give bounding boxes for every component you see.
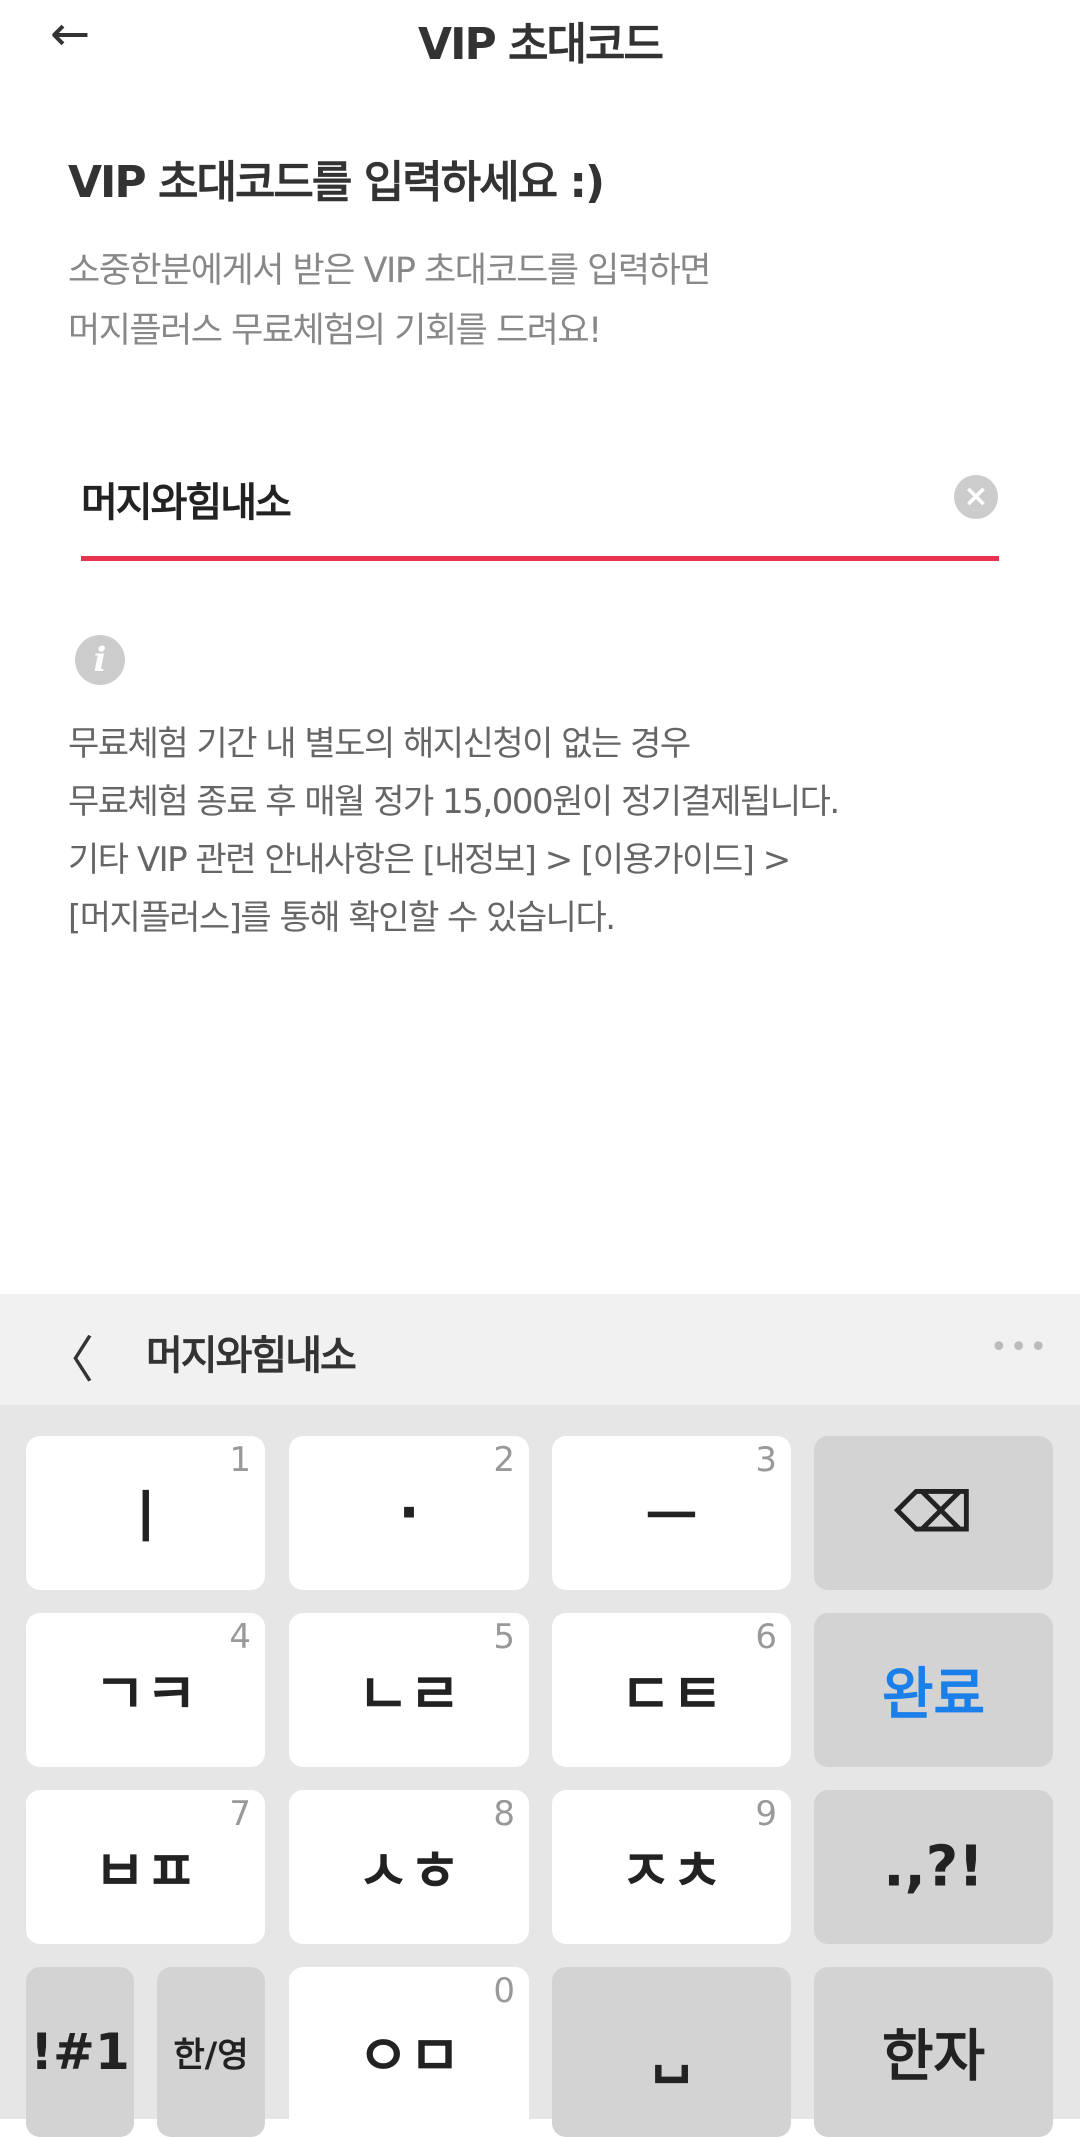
key-label: ㅂㅍ bbox=[93, 1839, 198, 1905]
key-label: ㄱㅋ bbox=[93, 1662, 198, 1728]
key-label: ㅣ bbox=[119, 1485, 172, 1551]
key-label: ㄷㅌ bbox=[619, 1662, 724, 1728]
key-number: 5 bbox=[493, 1617, 515, 1657]
key-label: .,?! bbox=[883, 1834, 984, 1900]
key-number: 8 bbox=[493, 1794, 515, 1834]
key-number: 3 bbox=[755, 1440, 777, 1480]
key-eu[interactable]: ㅡ3 bbox=[552, 1436, 791, 1590]
notice-line: 무료체험 종료 후 매월 정가 15,000원이 정기결제됩니다. bbox=[68, 782, 840, 822]
key-label: ㄴㄹ bbox=[357, 1662, 461, 1728]
page-title: VIP 초대코드 bbox=[418, 19, 664, 70]
key-b-p[interactable]: ㅂㅍ 7 bbox=[26, 1790, 265, 1944]
notice-line: 기타 VIP 관련 안내사항은 [내정보] > [이용가이드] > bbox=[68, 840, 791, 880]
key-s-h[interactable]: ㅅㅎ 8 bbox=[289, 1790, 529, 1944]
done-key[interactable]: 완료 bbox=[814, 1613, 1053, 1767]
subtitle-line: 소중한분에게서 받은 VIP 초대코드를 입력하면 bbox=[68, 251, 711, 291]
lang-switch-key[interactable]: 한/영 bbox=[157, 1967, 265, 2137]
key-dot[interactable]: · 2 bbox=[289, 1436, 529, 1590]
key-label: 한/영 bbox=[173, 2035, 249, 2076]
backspace-key[interactable]: ⌫ bbox=[814, 1436, 1053, 1590]
key-j-ch[interactable]: ㅈㅊ 9 bbox=[552, 1790, 791, 1944]
key-label: 한자 bbox=[881, 2024, 986, 2090]
key-number: 9 bbox=[755, 1794, 777, 1834]
key-o-m[interactable]: ㅇㅁ 0 bbox=[289, 1967, 529, 2137]
key-label: · bbox=[398, 1480, 420, 1546]
invite-code-input[interactable]: 머지와힘내소 bbox=[81, 470, 292, 528]
key-number: 6 bbox=[755, 1617, 777, 1657]
punctuation-key[interactable]: .,?! bbox=[814, 1790, 1053, 1944]
key-number: 1 bbox=[229, 1440, 251, 1480]
notice-line: 무료체험 기간 내 별도의 해지신청이 없는 경우 bbox=[68, 724, 691, 764]
hanja-key[interactable]: 한자 bbox=[814, 1967, 1053, 2137]
key-n-r[interactable]: ㄴㄹ 5 bbox=[289, 1613, 529, 1767]
key-d-t[interactable]: ㄷㅌ 6 bbox=[552, 1613, 791, 1767]
space-key[interactable]: ␣ bbox=[552, 1967, 791, 2137]
key-label: ㅈㅊ bbox=[619, 1839, 724, 1905]
composing-text[interactable]: 머지와힘내소 bbox=[146, 1323, 357, 1381]
key-g-k[interactable]: ㄱㅋ 4 bbox=[26, 1613, 265, 1767]
info-icon: i bbox=[75, 635, 125, 685]
heading: VIP 초대코드를 입력하세요 :) bbox=[68, 157, 605, 208]
key-number: 4 bbox=[229, 1617, 251, 1657]
key-number: 0 bbox=[493, 1971, 515, 2011]
key-label: ␣ bbox=[651, 2019, 692, 2085]
chevron-left-icon[interactable]: 〈 bbox=[44, 1320, 94, 1392]
symbols-key[interactable]: !#1 bbox=[26, 1967, 134, 2137]
key-i[interactable]: ㅣ1 bbox=[26, 1436, 265, 1590]
key-label: ⌫ bbox=[893, 1480, 974, 1546]
subtitle-line: 머지플러스 무료체험의 기회를 드려요! bbox=[68, 311, 602, 351]
key-number: 7 bbox=[229, 1794, 251, 1834]
more-icon[interactable]: ••• bbox=[990, 1330, 1049, 1365]
key-label: ㅅㅎ bbox=[357, 1839, 461, 1905]
key-label: ㅇㅁ bbox=[357, 2024, 461, 2090]
key-label: 완료 bbox=[881, 1662, 986, 1728]
input-underline bbox=[81, 556, 999, 561]
key-label: ㅡ bbox=[645, 1485, 698, 1551]
key-label: !#1 bbox=[30, 2023, 130, 2081]
clear-input-icon[interactable]: × bbox=[954, 475, 998, 519]
key-number: 2 bbox=[493, 1440, 515, 1480]
notice-line: [머지플러스]를 통해 확인할 수 있습니다. bbox=[68, 898, 616, 938]
